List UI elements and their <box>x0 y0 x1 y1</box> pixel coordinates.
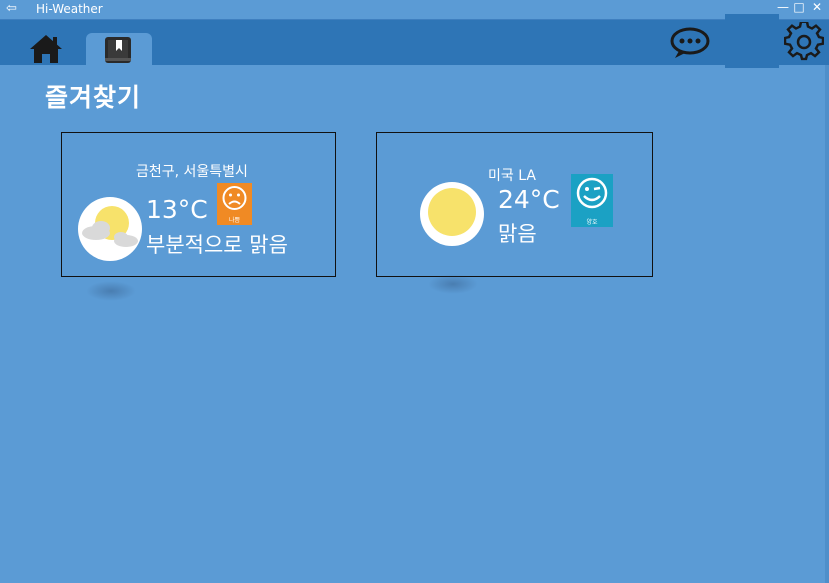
card-temperature: 13°C <box>146 195 208 224</box>
sunny-icon <box>420 182 484 246</box>
window-title: Hi-Weather <box>36 2 103 16</box>
close-button[interactable]: ✕ <box>809 0 825 14</box>
blank-toolbar-button[interactable] <box>725 14 779 68</box>
maximize-button[interactable]: □ <box>791 0 807 14</box>
favorite-card-2[interactable]: 미국 LA 24°C 양호 맑음 <box>376 132 653 277</box>
home-icon[interactable] <box>28 33 64 65</box>
minimize-button[interactable]: — <box>775 0 791 14</box>
scrollbar-track[interactable] <box>825 65 829 583</box>
card-condition: 맑음 <box>498 222 537 246</box>
card-location: 금천구, 서울특별시 <box>136 164 248 180</box>
mood-sad-icon: 나쁨 <box>217 183 252 225</box>
card-shadow <box>86 281 136 301</box>
gear-icon[interactable] <box>784 22 824 62</box>
bookmark-book-icon <box>105 37 131 63</box>
card-condition: 부분적으로 맑음 <box>146 233 288 257</box>
mood-wink-icon: 양호 <box>571 174 613 227</box>
mood-label: 나쁨 <box>228 217 241 224</box>
card-temperature: 24°C <box>498 185 560 214</box>
tab-favorites[interactable] <box>86 33 152 65</box>
partly-cloudy-icon <box>78 197 142 261</box>
card-location: 미국 LA <box>488 168 536 184</box>
back-arrow-icon[interactable]: ⇦ <box>6 1 17 16</box>
mood-label: 양호 <box>586 219 598 226</box>
title-bar: ⇦ Hi-Weather — □ ✕ <box>0 0 829 20</box>
card-shadow <box>428 274 478 294</box>
page-title: 즐겨찾기 <box>45 83 142 112</box>
chat-bubble-icon[interactable] <box>669 26 711 60</box>
favorite-card-1[interactable]: 금천구, 서울특별시 13°C 나쁨 부분적으로 맑음 <box>61 132 336 277</box>
